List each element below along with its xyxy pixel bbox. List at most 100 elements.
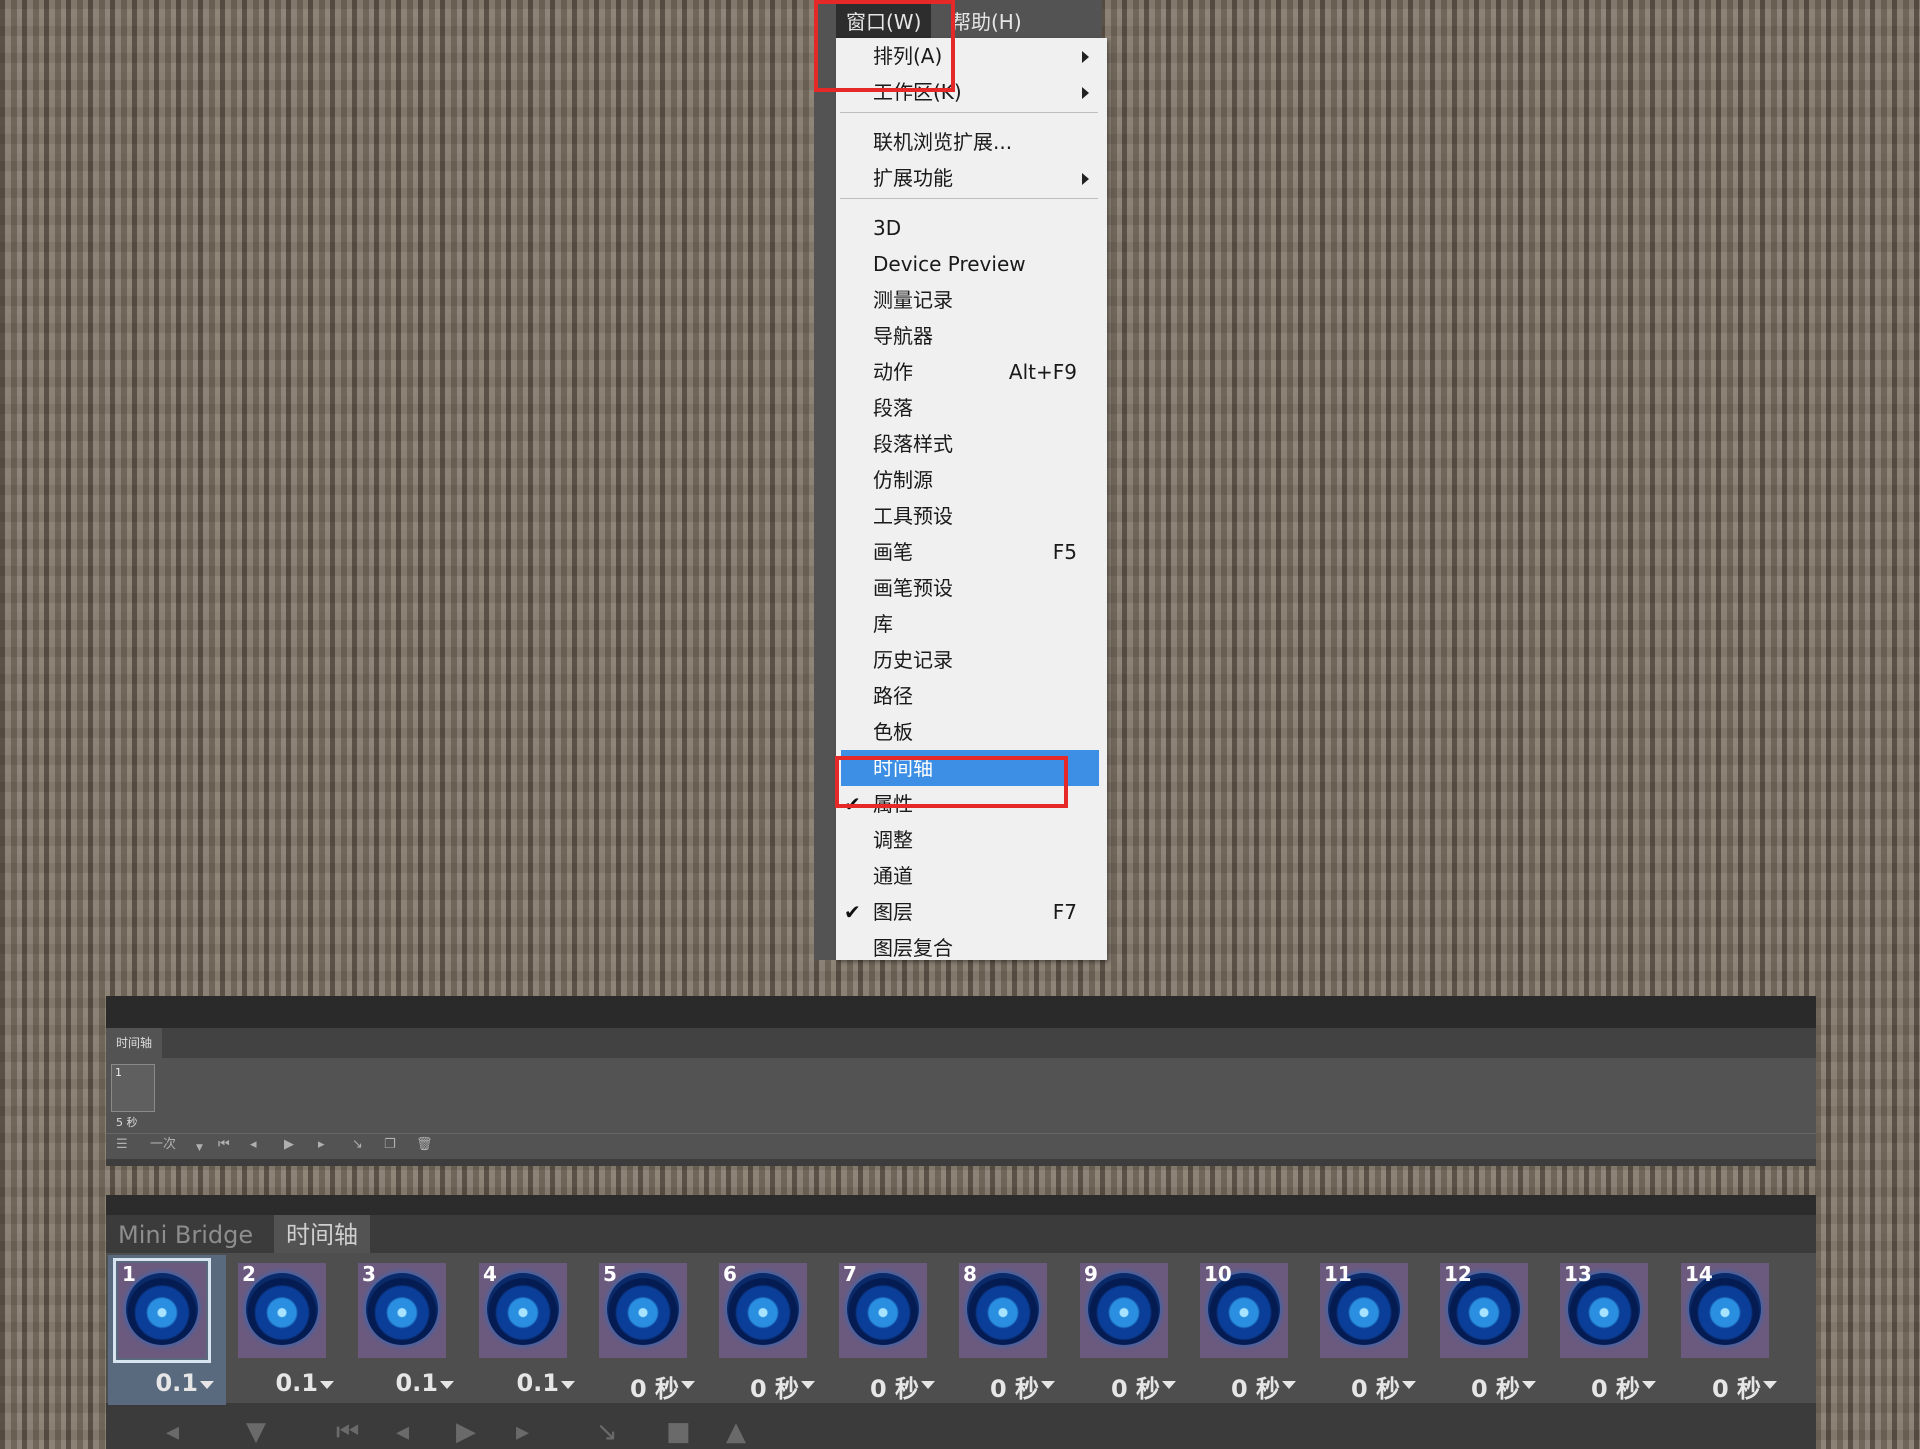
duration-dropdown-icon[interactable] (1041, 1381, 1055, 1389)
frame-duration[interactable]: 0.1 (469, 1369, 573, 1397)
delete-frame-icon[interactable]: 🗑 (416, 1137, 433, 1153)
frame-duration[interactable]: 0 秒 (589, 1369, 693, 1404)
loop-dropdown-arrow-icon[interactable]: ▼ (196, 1140, 203, 1156)
convert-timeline-icon[interactable]: ☰ (116, 1137, 128, 1153)
animation-frame[interactable]: 1 0.1 (108, 1255, 226, 1405)
duration-dropdown-icon[interactable] (1282, 1381, 1296, 1389)
duration-dropdown-icon[interactable] (1642, 1381, 1656, 1389)
prev-frame-icon[interactable]: ◂ (250, 1137, 257, 1153)
timeline-control-icon[interactable]: ▲ (726, 1417, 746, 1447)
frame-duration[interactable]: 0 秒 (1430, 1369, 1534, 1404)
menu-item-label: 图层 (873, 900, 913, 924)
menu-item-3[interactable]: 扩展功能 (836, 160, 1107, 196)
menu-item-5[interactable]: Device Preview (836, 246, 1107, 282)
animation-frame[interactable]: 10 0 秒 (1190, 1255, 1308, 1405)
frame-duration[interactable]: 0 秒 (949, 1369, 1053, 1404)
menu-item-shortcut: Alt+F9 (1008, 360, 1077, 384)
menu-item-18[interactable]: 色板 (836, 714, 1107, 750)
menu-item-11[interactable]: 仿制源 (836, 462, 1107, 498)
frame-number: 12 (1444, 1262, 1472, 1286)
frame-duration[interactable]: 0 秒 (1070, 1369, 1174, 1404)
frame-duration[interactable]: 0 秒 (1550, 1369, 1654, 1404)
menu-item-label: Device Preview (873, 252, 1026, 276)
play-icon[interactable]: ▶ (284, 1137, 294, 1153)
menu-item-15[interactable]: 库 (836, 606, 1107, 642)
animation-frame[interactable]: 12 0 秒 (1430, 1255, 1548, 1405)
menu-item-12[interactable]: 工具预设 (836, 498, 1107, 534)
duration-dropdown-icon[interactable] (561, 1381, 575, 1389)
tween-icon[interactable]: ↘ (352, 1137, 363, 1153)
frame-duration[interactable]: 0 秒 (1671, 1369, 1775, 1404)
timeline-control-icon[interactable]: ◂ (396, 1417, 409, 1447)
animation-frame[interactable]: 13 0 秒 (1550, 1255, 1668, 1405)
frame-duration[interactable]: 0 秒 (709, 1369, 813, 1404)
duration-dropdown-icon[interactable] (1402, 1381, 1416, 1389)
menu-item-label: 3D (873, 216, 902, 240)
timeline-control-icon[interactable]: ↘ (596, 1417, 618, 1447)
menu-item-17[interactable]: 路径 (836, 678, 1107, 714)
frame-number: 6 (723, 1262, 737, 1286)
animation-frame[interactable]: 7 0 秒 (829, 1255, 947, 1405)
menu-item-6[interactable]: 测量记录 (836, 282, 1107, 318)
animation-frame[interactable]: 6 0 秒 (709, 1255, 827, 1405)
animation-frame[interactable]: 4 0.1 (469, 1255, 587, 1405)
window-dropdown-menu: 排列(A) 工作区(K) 联机浏览扩展... 扩展功能 3D Device Preview… (836, 38, 1107, 960)
menu-item-21[interactable]: 调整 (836, 822, 1107, 858)
menu-item-16[interactable]: 历史记录 (836, 642, 1107, 678)
timeline-control-icon[interactable]: ▸ (516, 1417, 529, 1447)
duration-dropdown-icon[interactable] (320, 1381, 334, 1389)
menu-item-7[interactable]: 导航器 (836, 318, 1107, 354)
duration-dropdown-icon[interactable] (200, 1381, 214, 1389)
menu-item-10[interactable]: 段落样式 (836, 426, 1107, 462)
duration-dropdown-icon[interactable] (440, 1381, 454, 1389)
duration-dropdown-icon[interactable] (1522, 1381, 1536, 1389)
menu-item-label: 路径 (873, 684, 913, 708)
animation-frame[interactable]: 3 0.1 (348, 1255, 466, 1405)
menu-item-13[interactable]: 画笔 F5 (836, 534, 1107, 570)
frame-duration[interactable]: 0.1 (108, 1369, 212, 1397)
tab-timeline[interactable]: 时间轴 (274, 1215, 370, 1253)
menu-item-9[interactable]: 段落 (836, 390, 1107, 426)
menu-item-4[interactable]: 3D (836, 210, 1107, 246)
animation-frame[interactable]: 2 0.1 (228, 1255, 346, 1405)
animation-frame[interactable]: 9 0 秒 (1070, 1255, 1188, 1405)
duration-dropdown-icon[interactable] (801, 1381, 815, 1389)
frame-duration[interactable]: 0.1 (228, 1369, 332, 1397)
frame-duration[interactable]: 0 秒 (1190, 1369, 1294, 1404)
panel-header-strip (106, 1195, 1816, 1215)
duration-dropdown-icon[interactable] (1162, 1381, 1176, 1389)
timeline-control-icon[interactable]: ■ (666, 1417, 691, 1447)
menu-item-label: 测量记录 (873, 288, 953, 312)
menu-item-8[interactable]: 动作 Alt+F9 (836, 354, 1107, 390)
menu-item-shortcut: F7 (1052, 900, 1077, 924)
timeline-control-icon[interactable]: ⏮ (336, 1417, 359, 1448)
menu-item-label: 调整 (873, 828, 913, 852)
timeline-control-icon[interactable]: ◂ (166, 1417, 179, 1447)
frame-duration[interactable]: 5 秒 (116, 1114, 138, 1130)
duplicate-frame-icon[interactable]: ❐ (384, 1137, 396, 1153)
menu-item-24[interactable]: 图层复合 (836, 930, 1107, 960)
menu-item-22[interactable]: 通道 (836, 858, 1107, 894)
tab-timeline[interactable]: 时间轴 (106, 1028, 163, 1058)
duration-dropdown-icon[interactable] (921, 1381, 935, 1389)
duration-dropdown-icon[interactable] (1763, 1381, 1777, 1389)
first-frame-icon[interactable]: ⏮ (218, 1137, 230, 1153)
animation-frame[interactable]: 8 0 秒 (949, 1255, 1067, 1405)
menu-item-14[interactable]: 画笔预设 (836, 570, 1107, 606)
frame-duration[interactable]: 0 秒 (829, 1369, 933, 1404)
menu-item-2[interactable]: 联机浏览扩展... (836, 124, 1107, 160)
duration-dropdown-icon[interactable] (681, 1381, 695, 1389)
frame-duration[interactable]: 0 秒 (1310, 1369, 1414, 1404)
animation-frame[interactable]: 14 0 秒 (1671, 1255, 1789, 1405)
panel-header-strip (106, 996, 1816, 1028)
animation-frame[interactable]: 5 0 秒 (589, 1255, 707, 1405)
timeline-control-icon[interactable]: ▼ (246, 1417, 266, 1447)
tab-mini-bridge[interactable]: Mini Bridge (106, 1215, 265, 1253)
frame-number: 14 (1685, 1262, 1713, 1286)
next-frame-icon[interactable]: ▸ (318, 1137, 325, 1153)
timeline-control-icon[interactable]: ▶ (456, 1417, 476, 1447)
menu-item-23[interactable]: 图层 F7 ✔ (836, 894, 1107, 930)
loop-select[interactable]: 一次 (150, 1137, 176, 1153)
animation-frame[interactable]: 11 0 秒 (1310, 1255, 1428, 1405)
frame-duration[interactable]: 0.1 (348, 1369, 452, 1397)
